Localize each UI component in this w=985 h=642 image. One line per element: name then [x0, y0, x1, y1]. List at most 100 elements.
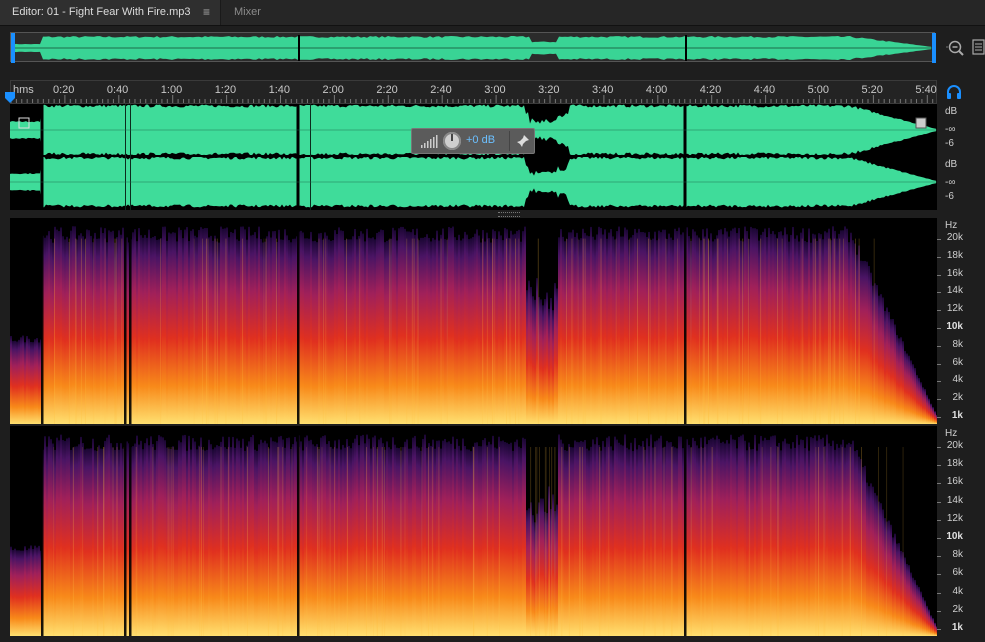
ruler-label: 4:40 [753, 84, 776, 96]
db-inf-top: -∞ [945, 124, 956, 135]
ruler-label: 5:40 [915, 84, 937, 96]
hud-separator [509, 131, 510, 151]
frequency-label: 8k [952, 549, 963, 561]
ruler-label: 0:40 [106, 84, 129, 96]
ruler-label: 2:20 [376, 84, 398, 96]
frequency-tick [937, 292, 941, 294]
spectrogram-graphic-top [10, 218, 937, 424]
waveform-graphic [10, 104, 937, 210]
ruler-label: 3:40 [592, 84, 614, 96]
hz-unit: Hz [945, 220, 958, 231]
ruler-label: 4:00 [645, 84, 668, 96]
frequency-tick [937, 574, 941, 576]
hamburger-menu-icon[interactable]: ≡ [203, 0, 210, 25]
ruler-label: 0:20 [53, 84, 75, 96]
tab-bar: Editor: 01 - Fight Fear With Fire.mp3 ≡ … [0, 0, 985, 26]
ruler-label: 1:40 [268, 84, 291, 96]
frequency-label: 4k [952, 585, 963, 597]
playhead-marker[interactable] [4, 92, 16, 104]
frequency-label: 2k [952, 392, 963, 404]
panel-splitter[interactable] [10, 210, 937, 218]
ruler-label: 2:40 [430, 84, 452, 96]
frequency-tick [937, 363, 941, 365]
spectrogram-graphic-bottom [10, 426, 937, 636]
waveform-display[interactable] [10, 104, 937, 210]
frequency-tick [937, 447, 941, 448]
frequency-axis-bottom: Hz 20k 18k 16k 14k 12k 10k 8k 6k 4k 2k 1k [937, 426, 985, 636]
frequency-tick [937, 345, 941, 347]
headphone-icon[interactable] [946, 84, 962, 100]
volume-hud[interactable]: +0 dB [411, 128, 535, 154]
zoom-out-icon[interactable] [946, 38, 966, 58]
ruler-label: 1:00 [160, 84, 183, 96]
frequency-label: 20k [946, 440, 963, 451]
ruler-label: 3:20 [538, 84, 560, 96]
frequency-tick [937, 556, 941, 558]
tab-mixer[interactable]: Mixer [220, 0, 290, 25]
frequency-label: 10k [946, 531, 963, 542]
tab-editor[interactable]: Editor: 01 - Fight Fear With Fire.mp3 ≡ [0, 0, 220, 25]
db-minus6-top: -6 [945, 138, 954, 149]
db-unit-bottom: dB [945, 159, 958, 170]
frequency-tick [937, 381, 941, 383]
pin-icon[interactable] [516, 134, 530, 148]
frequency-tick [937, 519, 941, 521]
frequency-tick [937, 256, 941, 258]
frequency-label: 2k [952, 603, 963, 615]
frequency-label: 12k [946, 512, 963, 524]
spectral-display-top[interactable] [10, 218, 937, 424]
overview-waveform-graphic [11, 33, 936, 63]
frequency-tick [937, 399, 941, 401]
frequency-axis-top: Hz 20k 18k 16k 14k 12k 10k 8k 6k 4k 2k 1k [937, 218, 985, 424]
frequency-label: 6k [952, 567, 963, 579]
frequency-tick [937, 538, 941, 539]
volume-knob-icon[interactable] [443, 132, 461, 150]
tab-mixer-label: Mixer [234, 6, 261, 18]
frequency-label: 14k [946, 494, 963, 506]
ruler-label: 5:00 [807, 84, 830, 96]
frequency-label: 1k [951, 622, 963, 633]
frequency-tick [937, 592, 941, 594]
splitter-grip[interactable] [498, 212, 520, 217]
tab-editor-label: Editor: 01 - Fight Fear With Fire.mp3 [12, 6, 191, 18]
frequency-label: 16k [946, 476, 963, 488]
gain-value[interactable]: +0 dB [466, 134, 495, 146]
ruler-label: 5:20 [861, 84, 883, 96]
frequency-label: 16k [946, 267, 963, 279]
frequency-tick [937, 239, 941, 240]
ruler-label: 1:20 [214, 84, 237, 96]
ruler-label: 3:00 [484, 84, 506, 96]
amplitude-axis: dB -∞ -6 dB -∞ -6 [937, 104, 985, 210]
ruler-label: 4:20 [699, 84, 722, 96]
db-minus6-bottom: -6 [945, 191, 954, 202]
spectral-display-bottom[interactable] [10, 426, 937, 636]
hz-unit: Hz [945, 428, 958, 439]
frequency-label: 6k [952, 356, 963, 368]
frequency-tick [937, 629, 941, 630]
frequency-tick [937, 501, 941, 503]
level-meter-icon [421, 135, 438, 148]
frequency-tick [937, 417, 941, 418]
time-ruler[interactable]: hms 0:20 0:40 1:00 1:20 1:40 2:00 2:20 2:40 3:00… [10, 80, 937, 104]
frequency-tick [937, 465, 941, 467]
frequency-tick [937, 483, 941, 485]
frequency-label: 18k [946, 249, 963, 261]
frequency-tick [937, 610, 941, 612]
db-inf-bottom: -∞ [945, 177, 956, 188]
frequency-label: 20k [946, 232, 963, 243]
frequency-label: 18k [946, 458, 963, 470]
panel-icon[interactable] [972, 38, 985, 56]
frequency-tick [937, 274, 941, 276]
frequency-label: 4k [952, 374, 963, 386]
ruler-label: 2:00 [322, 84, 344, 96]
frequency-label: 10k [946, 321, 963, 332]
frequency-label: 12k [946, 303, 963, 315]
ruler-ticks [11, 95, 934, 103]
overview-waveform[interactable] [10, 32, 936, 63]
frequency-label: 1k [951, 410, 963, 421]
frequency-tick [937, 310, 941, 312]
frequency-label: 8k [952, 338, 963, 350]
frequency-label: 14k [946, 285, 963, 297]
frequency-tick [937, 328, 941, 329]
db-unit-top: dB [945, 106, 958, 117]
